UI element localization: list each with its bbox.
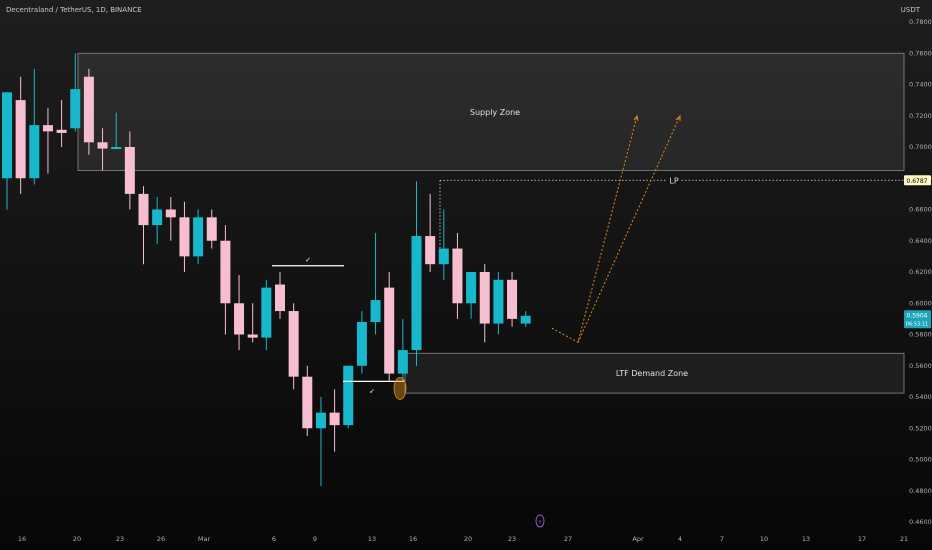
y-tick-label: 0.6000 bbox=[909, 299, 932, 307]
x-tick-label: 21 bbox=[900, 535, 908, 543]
candle-body bbox=[179, 217, 190, 257]
candle-body bbox=[29, 125, 40, 179]
x-tick-label: 13 bbox=[802, 535, 810, 543]
check-mark-2: ✓ bbox=[369, 387, 375, 395]
supply-zone-label: Supply Zone bbox=[470, 108, 520, 117]
candle-body bbox=[70, 89, 81, 129]
x-tick-label: Mar bbox=[198, 535, 211, 543]
y-tick-label: 0.4800 bbox=[909, 487, 932, 495]
candle-body bbox=[97, 142, 108, 149]
x-tick-label: 16 bbox=[18, 535, 26, 543]
event-icon-glyph: ⚡ bbox=[538, 519, 542, 526]
y-tick-label: 0.5600 bbox=[909, 362, 932, 370]
candle-body bbox=[356, 322, 367, 366]
candle-body bbox=[220, 240, 231, 304]
candle-body bbox=[193, 217, 204, 257]
sweep-marker bbox=[393, 377, 407, 400]
candle-body bbox=[42, 125, 53, 132]
candle-body bbox=[520, 315, 531, 324]
x-tick-label: 27 bbox=[564, 535, 572, 543]
candle-body bbox=[425, 236, 436, 265]
x-tick-label: 6 bbox=[272, 535, 276, 543]
x-tick-label: 4 bbox=[678, 535, 682, 543]
candle-body bbox=[247, 334, 258, 338]
x-tick-label: 20 bbox=[464, 535, 472, 543]
candle-body bbox=[124, 147, 135, 194]
y-tick-label: 0.7800 bbox=[909, 18, 932, 26]
candle-body bbox=[83, 76, 94, 143]
candle-body bbox=[452, 248, 463, 304]
candle-body bbox=[275, 284, 285, 312]
chart-root[interactable]: Decentraland / TetherUS, 1D, BINANCE USD… bbox=[0, 0, 932, 550]
y-tick-label: 0.6200 bbox=[909, 268, 932, 276]
y-tick-label: 0.4600 bbox=[909, 518, 932, 526]
candle-body bbox=[138, 193, 149, 226]
x-tick-label: 7 bbox=[720, 535, 724, 543]
candle-body bbox=[261, 287, 272, 338]
x-tick-label: 23 bbox=[116, 535, 124, 543]
candle-body bbox=[438, 248, 449, 265]
candle-body bbox=[411, 236, 422, 351]
current-price-text: 0.5904 bbox=[907, 312, 928, 319]
candle-body bbox=[466, 272, 477, 304]
y-tick-label: 0.7000 bbox=[909, 143, 932, 151]
candle-body bbox=[343, 365, 354, 426]
candle-body bbox=[507, 279, 518, 319]
y-tick-label: 0.5000 bbox=[909, 456, 932, 464]
x-tick-label: 23 bbox=[508, 535, 516, 543]
x-tick-label: 26 bbox=[157, 535, 165, 543]
x-tick-label: 20 bbox=[73, 535, 81, 543]
candle-body bbox=[288, 311, 299, 377]
candle-body bbox=[315, 412, 326, 429]
candle-body bbox=[329, 412, 340, 426]
y-tick-label: 0.7600 bbox=[909, 49, 932, 57]
candle-body bbox=[165, 209, 176, 218]
y-tick-label: 0.6400 bbox=[909, 237, 932, 245]
y-tick-label: 0.5800 bbox=[909, 331, 932, 339]
candle-body bbox=[234, 303, 245, 335]
candle-body bbox=[397, 350, 408, 374]
x-tick-label: Apr bbox=[632, 535, 644, 543]
candle-body bbox=[111, 147, 122, 149]
candle-body bbox=[302, 376, 313, 429]
countdown-text: 06:53:11 bbox=[906, 321, 928, 327]
lp-price-text: 0.6787 bbox=[907, 178, 928, 185]
x-tick-label: 13 bbox=[368, 535, 376, 543]
lp-label: LP bbox=[669, 176, 678, 185]
y-tick-label: 0.5200 bbox=[909, 424, 932, 432]
candle-body bbox=[152, 209, 163, 226]
price-chart[interactable]: Supply Zone LTF Demand Zone LP ✓ ✓ 0.7800 0.76… bbox=[0, 0, 932, 550]
x-tick-label: 9 bbox=[313, 535, 317, 543]
candle-body bbox=[56, 129, 67, 133]
x-tick-label: 16 bbox=[409, 535, 417, 543]
candle-body bbox=[479, 272, 490, 324]
x-tick-label: 17 bbox=[858, 535, 866, 543]
candle-body bbox=[2, 92, 12, 179]
y-tick-label: 0.6600 bbox=[909, 206, 932, 214]
candle-body bbox=[370, 300, 381, 322]
candle-body bbox=[493, 279, 504, 324]
x-tick-label: 10 bbox=[760, 535, 768, 543]
check-mark-1: ✓ bbox=[305, 256, 311, 264]
y-tick-label: 0.7200 bbox=[909, 112, 932, 120]
candle-body bbox=[206, 217, 217, 241]
candle-body bbox=[15, 100, 26, 179]
y-tick-label: 0.7400 bbox=[909, 81, 932, 89]
y-tick-label: 0.5400 bbox=[909, 393, 932, 401]
demand-zone-label: LTF Demand Zone bbox=[616, 369, 688, 378]
candle-body bbox=[384, 287, 395, 374]
